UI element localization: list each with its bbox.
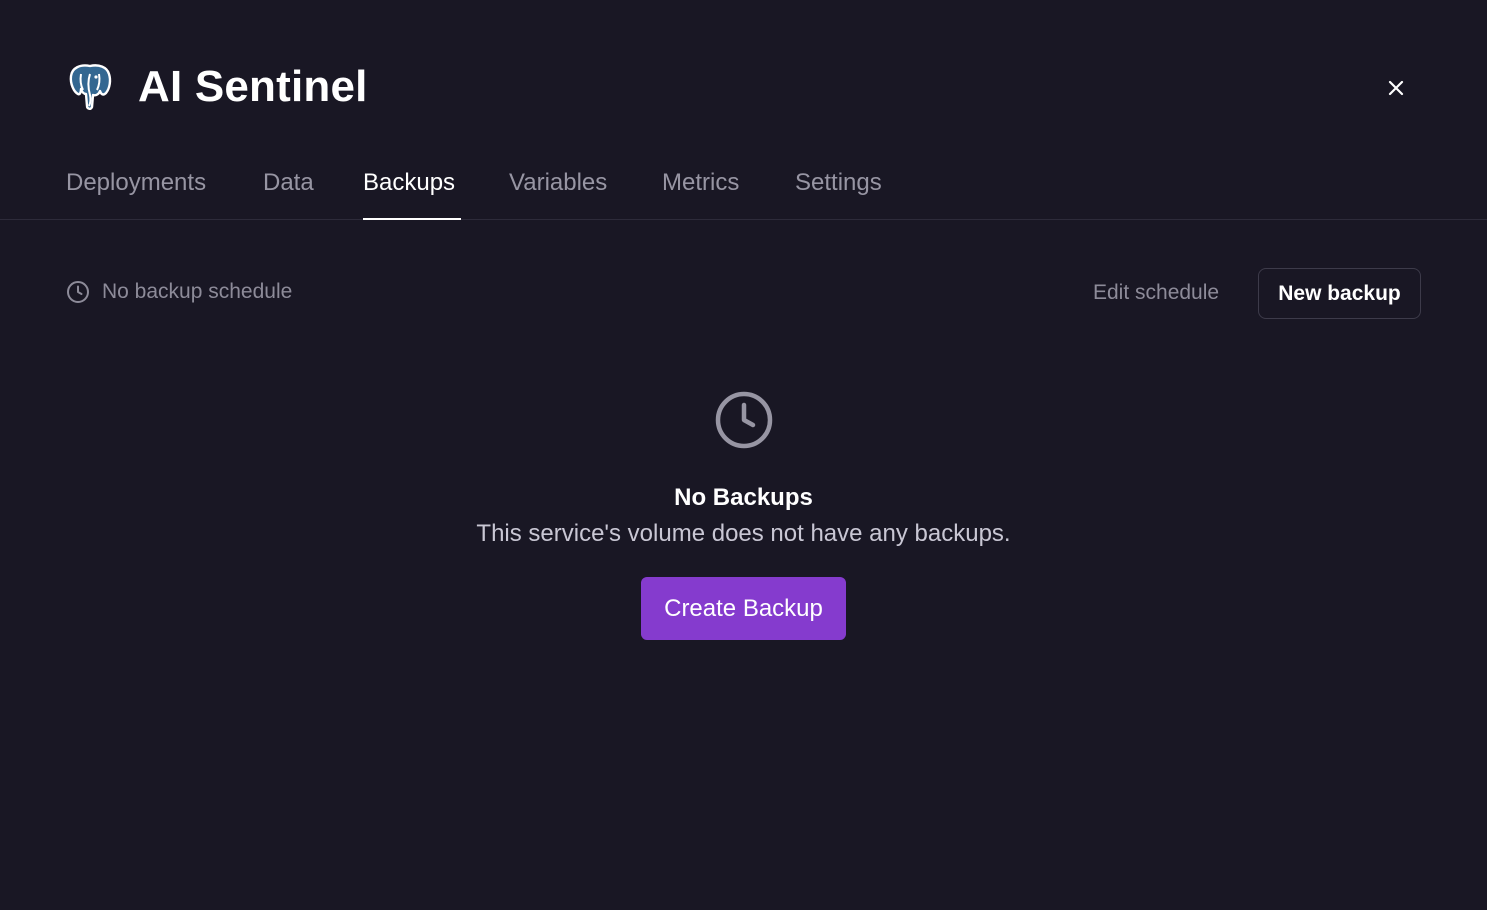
clock-icon xyxy=(715,391,773,449)
clock-icon xyxy=(67,281,89,303)
modal-header: AI Sentinel xyxy=(0,0,1487,150)
empty-state-title: No Backups xyxy=(674,484,813,511)
tab-settings[interactable]: Settings xyxy=(795,168,882,198)
close-button[interactable] xyxy=(1380,72,1412,104)
tab-metrics[interactable]: Metrics xyxy=(662,168,739,198)
tab-data[interactable]: Data xyxy=(263,168,314,198)
new-backup-button[interactable]: New backup xyxy=(1258,268,1421,319)
page-title: AI Sentinel xyxy=(138,62,368,111)
tab-variables[interactable]: Variables xyxy=(509,168,607,198)
backup-schedule-status: No backup schedule xyxy=(66,280,292,304)
schedule-text: No backup schedule xyxy=(102,280,293,303)
empty-state-description: This service's volume does not have any … xyxy=(476,520,1011,547)
edit-schedule-button[interactable]: Edit schedule xyxy=(1093,281,1219,305)
active-tab-indicator xyxy=(363,218,461,220)
tab-backups[interactable]: Backups xyxy=(363,168,455,198)
create-backup-button[interactable]: Create Backup xyxy=(641,577,846,640)
close-icon xyxy=(1388,80,1404,96)
tab-deployments[interactable]: Deployments xyxy=(66,168,206,198)
tab-bar: Deployments Data Backups Variables Metri… xyxy=(0,150,1487,220)
backup-toolbar: No backup schedule Edit schedule New bac… xyxy=(0,268,1487,320)
postgres-elephant-icon xyxy=(66,62,114,112)
